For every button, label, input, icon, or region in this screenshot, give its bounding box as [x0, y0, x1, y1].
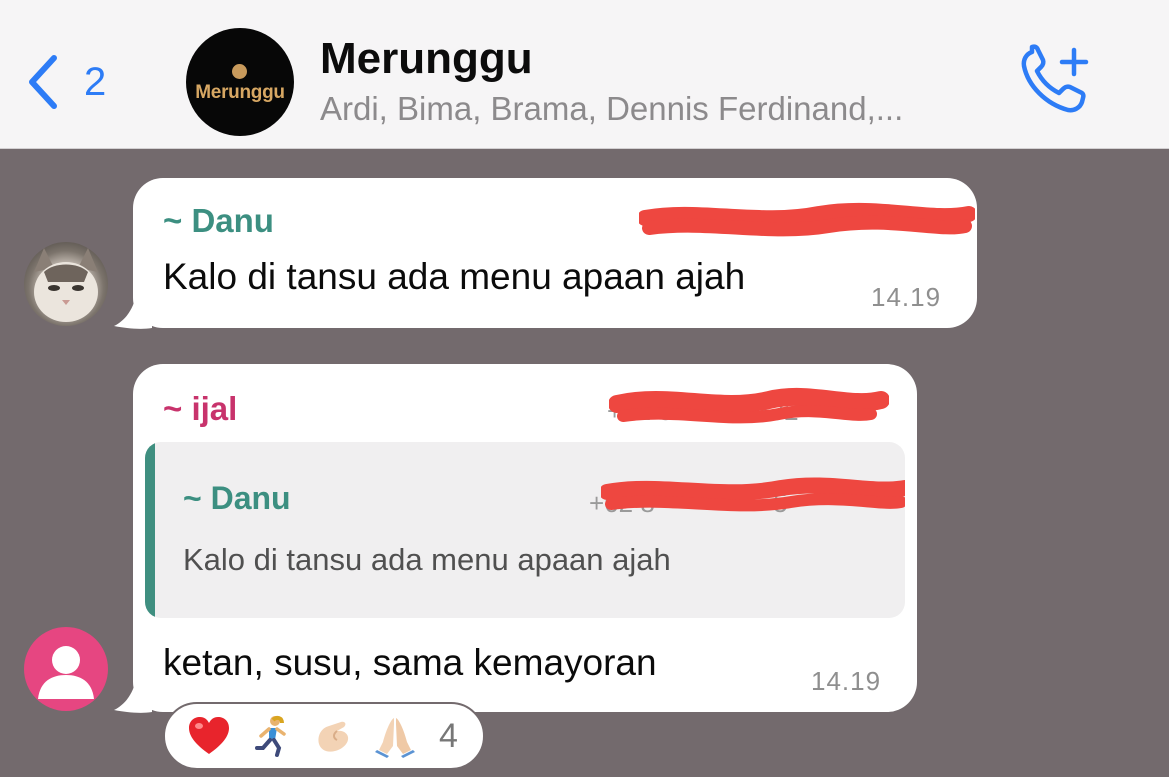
quoted-text: Kalo di tansu ada menu apaan ajah [183, 542, 671, 577]
chat-header: 2 Merunggu Merunggu Ardi, Bima, Brama, D… [0, 0, 1169, 149]
cat-photo-icon [34, 248, 98, 322]
message-time: 14.19 [811, 666, 882, 696]
unread-count: 2 [84, 59, 107, 104]
bubble-tail [114, 678, 152, 713]
message-bubble[interactable]: ~ Danu +62 8 5 - - - 28 Kalo di tansu ad… [133, 178, 977, 328]
message-text: ketan, susu, sama kemayoran [163, 642, 657, 683]
group-avatar[interactable]: Merunggu [186, 28, 294, 136]
heart-icon [187, 714, 231, 758]
quoted-message[interactable]: ~ Danu +62 8 - - - - - - - 5 Kalo di tan… [145, 442, 905, 618]
bubble-tail [114, 294, 152, 329]
ijal-avatar[interactable] [24, 627, 108, 711]
logo-mark-icon [232, 64, 247, 79]
chevron-left-icon [29, 55, 57, 109]
person-icon [38, 646, 94, 699]
message-text: Kalo di tansu ada menu apaan ajah [163, 256, 746, 297]
reaction-count: 4 [439, 716, 458, 755]
message-time: 14.19 [871, 282, 942, 312]
back-button[interactable]: 2 [22, 48, 106, 116]
reactions-bar[interactable]: 4 [163, 702, 485, 770]
folded-hands-icon [373, 714, 417, 758]
danu-avatar[interactable] [24, 242, 108, 326]
redaction-scribble [639, 202, 975, 237]
quoted-sender-name: ~ Danu [183, 480, 291, 516]
phone-plus-icon [1021, 44, 1089, 113]
add-call-button[interactable] [1018, 42, 1094, 118]
chat-members[interactable]: Ardi, Bima, Brama, Dennis Ferdinand,... [320, 90, 903, 128]
pinching-hand-icon [311, 714, 355, 758]
sender-name[interactable]: ~ Danu [163, 202, 274, 240]
redaction-scribble [601, 477, 905, 512]
redaction-scribble [609, 387, 889, 424]
sender-name[interactable]: ~ ijal [163, 390, 237, 428]
group-logo-text: Merunggu [195, 82, 285, 103]
chat-title[interactable]: Merunggu [320, 34, 533, 84]
message-bubble[interactable]: ~ ijal +62 8 - 3 4-9332 ~ Danu +62 8 - -… [133, 364, 917, 712]
quote-accent-bar [145, 442, 155, 618]
runner-icon [249, 714, 293, 758]
